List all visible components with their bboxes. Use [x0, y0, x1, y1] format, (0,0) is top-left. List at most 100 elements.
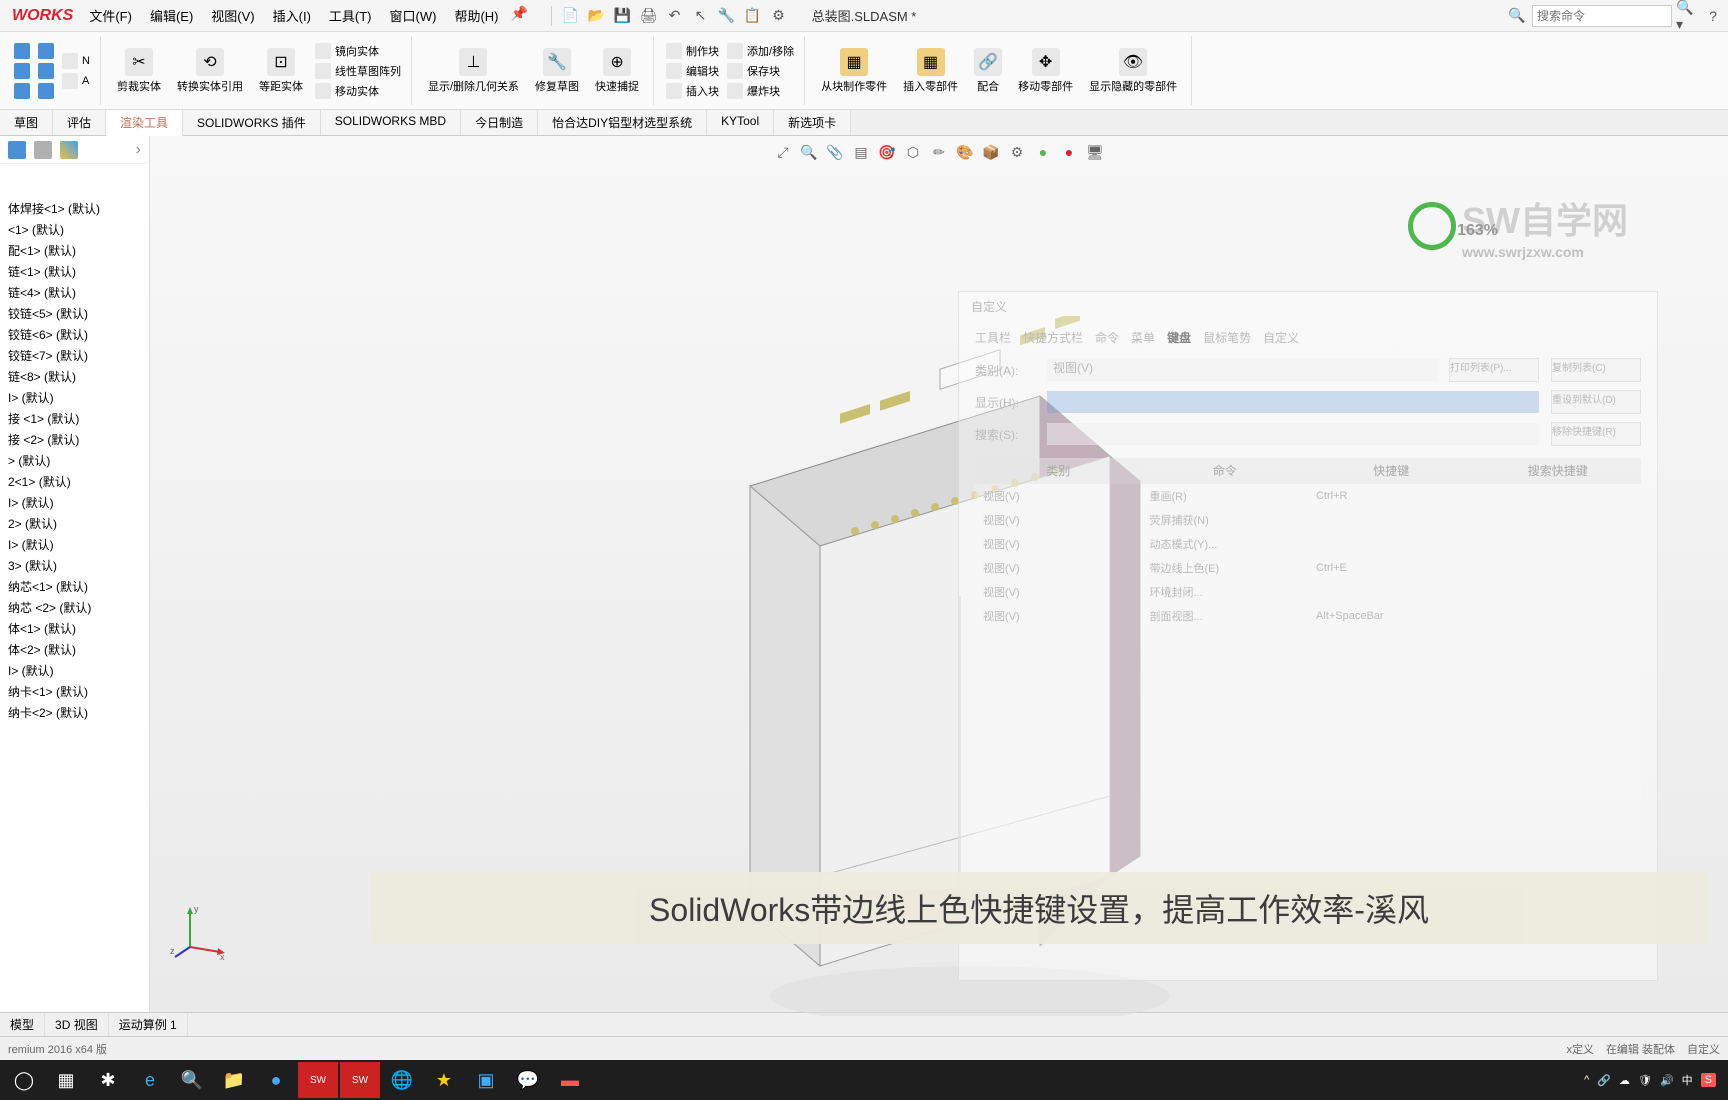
tree-item[interactable]: 纳芯 <2> (默认)	[0, 597, 149, 618]
shortcut-row[interactable]: 视图(V)荧屏捕获(N)	[975, 508, 1641, 532]
move-comp-btn[interactable]: ✥移动零部件	[1010, 46, 1081, 96]
convert-btn[interactable]: ⟲转换实体引用	[169, 46, 251, 96]
sketch-slot-btn[interactable]: N	[58, 52, 94, 70]
tree-item[interactable]: I> (默认)	[0, 534, 149, 555]
cmd-tab-6[interactable]: 怡合达DIY铝型材选型系统	[538, 110, 707, 135]
sogou-icon[interactable]: S	[1701, 1073, 1716, 1087]
wechat-icon[interactable]: 💬	[508, 1062, 548, 1098]
tray-cloud-icon[interactable]: ☁	[1619, 1074, 1630, 1087]
cmd-tab-4[interactable]: SOLIDWORKS MBD	[321, 110, 461, 135]
zoom-fit-icon[interactable]: ⤢	[773, 142, 793, 162]
tree-item[interactable]: I> (默认)	[0, 387, 149, 408]
make-block-btn[interactable]: 制作块	[662, 42, 723, 60]
cmd-tab-0[interactable]: 草图	[0, 110, 53, 135]
explorer-icon[interactable]: 📁	[214, 1062, 254, 1098]
insert-comp-btn[interactable]: ▦插入零部件	[895, 46, 966, 96]
tree-icon-display[interactable]	[60, 141, 78, 159]
shortcut-row[interactable]: 视图(V)环境封闭...	[975, 580, 1641, 604]
tree-item[interactable]: 体<2> (默认)	[0, 639, 149, 660]
shortcut-row[interactable]: 视图(V)重画(R)Ctrl+R	[975, 484, 1641, 508]
offset-btn[interactable]: ⊡等距实体	[251, 46, 311, 96]
app3-icon[interactable]: ▣	[466, 1062, 506, 1098]
new-icon[interactable]: 📄	[560, 5, 582, 27]
sketch-line-btn[interactable]	[10, 42, 34, 60]
tree-item[interactable]: 体焊接<1> (默认)	[0, 198, 149, 219]
graphics-viewport[interactable]: ⤢ 🔍 📎 ▤ 🎯 ⬡ ✏ 🎨 📦 ⚙ ● ● 🖥 SW自学网 www.swrj…	[150, 136, 1728, 1012]
ime-indicator[interactable]: 中	[1682, 1072, 1693, 1088]
options-icon[interactable]: 📋	[742, 5, 764, 27]
prev-view-icon[interactable]: 📎	[825, 142, 845, 162]
sketch-spline-btn[interactable]	[34, 62, 58, 80]
save-block-btn[interactable]: 保存块	[723, 62, 798, 80]
shortcut-row[interactable]: 视图(V)带边线上色(E)Ctrl+E	[975, 556, 1641, 580]
sketch-arc-btn[interactable]	[34, 42, 58, 60]
tree-item[interactable]: 配<1> (默认)	[0, 240, 149, 261]
start-button[interactable]: ◯	[4, 1062, 44, 1098]
view-settings-icon[interactable]: ⚙	[1007, 142, 1027, 162]
tree-item[interactable]: > (默认)	[0, 450, 149, 471]
menu-insert[interactable]: 插入(I)	[265, 2, 319, 29]
chevron-right-icon[interactable]: ›	[136, 141, 141, 159]
screen-icon[interactable]: 🖥	[1085, 142, 1105, 162]
menu-file[interactable]: 文件(F)	[81, 2, 140, 29]
tree-item[interactable]: 纳芯<1> (默认)	[0, 576, 149, 597]
insert-block-btn[interactable]: 插入块	[662, 82, 723, 100]
edit-block-btn[interactable]: 编辑块	[662, 62, 723, 80]
menu-help[interactable]: 帮助(H)	[446, 2, 506, 29]
reset-btn[interactable]: 重设到默认(D)	[1551, 390, 1641, 414]
menu-window[interactable]: 窗口(W)	[382, 2, 445, 29]
chrome-icon[interactable]: 🌐	[382, 1062, 422, 1098]
sketch-circle-btn[interactable]	[10, 82, 34, 100]
mate-btn[interactable]: 🔗配合	[966, 46, 1010, 96]
tree-item[interactable]: 铰链<7> (默认)	[0, 345, 149, 366]
cmd-tab-1[interactable]: 评估	[53, 110, 106, 135]
undo-icon[interactable]: ↶	[664, 5, 686, 27]
mirror-btn[interactable]: 镜向实体	[311, 42, 405, 60]
render2-icon[interactable]: ●	[1059, 142, 1079, 162]
shortcut-row[interactable]: 视图(V)剖面视图...Alt+SpaceBar	[975, 604, 1641, 628]
render-icon[interactable]: ●	[1033, 142, 1053, 162]
search-input[interactable]	[1532, 5, 1672, 27]
tray-vol-icon[interactable]: 🔊	[1660, 1074, 1674, 1087]
app-icon[interactable]: ✱	[88, 1062, 128, 1098]
menu-edit[interactable]: 编辑(E)	[142, 2, 201, 29]
motion-tab[interactable]: 运动算例 1	[109, 1013, 188, 1036]
star-icon[interactable]: ★	[424, 1062, 464, 1098]
tree-icon-assembly[interactable]	[8, 141, 26, 159]
print-icon[interactable]: 🖨	[638, 5, 660, 27]
edit-appear-icon[interactable]: 🎨	[955, 142, 975, 162]
move-btn[interactable]: 移动实体	[311, 82, 405, 100]
system-tray[interactable]: ^ 🔗 ☁ 🛡 🔊 中 S	[1584, 1072, 1724, 1088]
zoom-area-icon[interactable]: 🔍	[799, 142, 819, 162]
cmd-tab-3[interactable]: SOLIDWORKS 插件	[183, 110, 321, 135]
tray-net-icon[interactable]: 🔗	[1597, 1074, 1611, 1087]
gear-icon[interactable]: ⚙	[768, 5, 790, 27]
cmd-tab-8[interactable]: 新选项卡	[774, 110, 851, 135]
search-dropdown-icon[interactable]: 🔍▾	[1676, 5, 1698, 27]
hide-show-icon[interactable]: ✏	[929, 142, 949, 162]
section-icon[interactable]: ▤	[851, 142, 871, 162]
ie-icon[interactable]: e	[130, 1062, 170, 1098]
addremove-block-btn[interactable]: 添加/移除	[723, 42, 798, 60]
task-view-icon[interactable]: ▦	[46, 1062, 86, 1098]
tree-item[interactable]: 2> (默认)	[0, 513, 149, 534]
tree-item[interactable]: 铰链<5> (默认)	[0, 303, 149, 324]
tree-item[interactable]: 纳卡<1> (默认)	[0, 681, 149, 702]
feature-tree[interactable]: 体焊接<1> (默认)<1> (默认)配<1> (默认)链<1> (默认)链<4…	[0, 194, 149, 727]
open-icon[interactable]: 📂	[586, 5, 608, 27]
apply-scene-icon[interactable]: 📦	[981, 142, 1001, 162]
display-style-icon[interactable]: ⬡	[903, 142, 923, 162]
print-list-btn[interactable]: 打印列表(P)...	[1449, 358, 1539, 382]
view-orient-icon[interactable]: 🎯	[877, 142, 897, 162]
menu-tools[interactable]: 工具(T)	[321, 2, 380, 29]
snap-btn[interactable]: ⊕快速捕捉	[587, 46, 647, 96]
tree-item[interactable]: <1> (默认)	[0, 219, 149, 240]
tree-item[interactable]: 接 <1> (默认)	[0, 408, 149, 429]
sw2020-icon[interactable]: SW	[298, 1062, 338, 1098]
relations-btn[interactable]: ⊥显示/删除几何关系	[420, 46, 527, 96]
cmd-tab-7[interactable]: KYTool	[707, 110, 774, 135]
copy-list-btn[interactable]: 复制列表(C)	[1551, 358, 1641, 382]
menu-view[interactable]: 视图(V)	[203, 2, 262, 29]
tree-item[interactable]: I> (默认)	[0, 660, 149, 681]
tree-item[interactable]: 2<1> (默认)	[0, 471, 149, 492]
